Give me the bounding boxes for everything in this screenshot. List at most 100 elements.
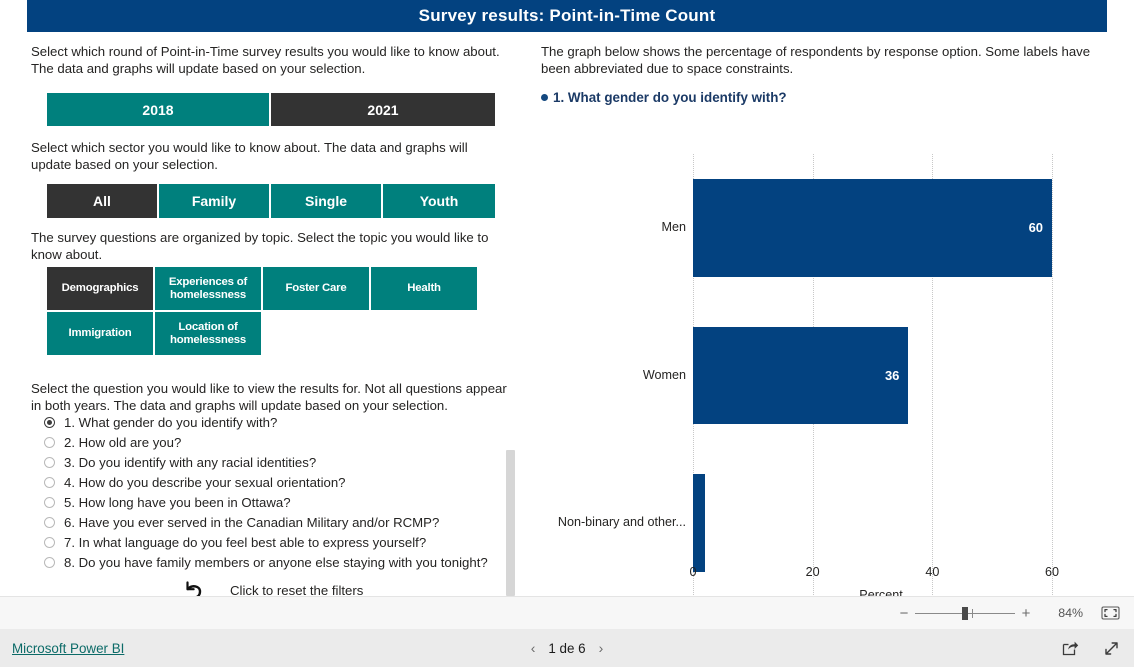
topic-tile-demographics[interactable]: Demographics (47, 267, 155, 312)
page-indicator: 1 de 6 (548, 640, 586, 656)
topic-slicer[interactable]: Demographics Experiences of homelessness F… (47, 267, 487, 357)
year-tile-2018[interactable]: 2018 (47, 93, 271, 126)
question-list-item-label: 4. How do you describe your sexual orien… (64, 474, 346, 490)
question-list-item-label: 8. Do you have family members or anyone … (64, 554, 488, 570)
sector-tile-single[interactable]: Single (271, 184, 383, 218)
topic-tile-immigration[interactable]: Immigration (47, 312, 155, 357)
sector-slicer[interactable]: All Family Single Youth (47, 184, 495, 218)
chart-category-label: Non-binary and other... (557, 515, 686, 530)
chart-bar-value-label: 36 (884, 367, 900, 383)
share-button[interactable] (1062, 640, 1079, 656)
topic-tile-foster-care[interactable]: Foster Care (263, 267, 371, 312)
chart-bar[interactable] (693, 474, 705, 572)
next-page-button[interactable]: › (599, 640, 604, 656)
report-title-bar: Survey results: Point-in-Time Count (27, 0, 1107, 32)
chart-category-label: Men (661, 219, 687, 234)
question-list-item[interactable]: 8. Do you have family members or anyone … (30, 552, 517, 572)
topic-tile-experiences-of-homelessness[interactable]: Experiences of homelessness (155, 267, 263, 312)
report-footer: Microsoft Power BI ‹ 1 de 6 › (0, 629, 1134, 667)
help-text-question: Select the question you would like to vi… (31, 381, 507, 413)
chart-bar[interactable]: 60 (693, 179, 1053, 277)
sector-tile-label: Youth (419, 193, 459, 209)
topic-tile-label: Health (407, 282, 441, 294)
question-list-item[interactable]: 7. In what language do you feel best abl… (30, 532, 517, 552)
question-list-item-label: 6. Have you ever served in the Canadian … (64, 514, 440, 530)
topic-tile-label: Immigration (68, 327, 132, 339)
help-text-graph: The graph below shows the percentage of … (541, 44, 1091, 76)
radio-button-icon[interactable] (44, 556, 55, 568)
topic-tile-label: Location of homelessness (169, 320, 247, 346)
year-tile-label: 2018 (142, 101, 174, 118)
chart-question-heading: 1. What gender do you identify with? (541, 90, 787, 105)
question-list-item[interactable]: 6. Have you ever served in the Canadian … (30, 512, 517, 532)
fullscreen-icon (1105, 641, 1118, 655)
year-tile-label: 2021 (367, 101, 399, 118)
zoom-in-button[interactable]: + (1017, 605, 1035, 622)
chart-category-label: Women (642, 367, 686, 382)
powerbi-brand-link[interactable]: Microsoft Power BI (12, 641, 124, 656)
radio-button-icon[interactable] (44, 476, 55, 488)
footer-actions (1062, 640, 1120, 657)
radio-button-icon[interactable] (44, 496, 55, 508)
question-list-item[interactable]: 1. What gender do you identify with? (30, 412, 517, 432)
fit-to-page-icon (1101, 606, 1120, 620)
sector-tile-family[interactable]: Family (159, 184, 271, 218)
zoom-slider[interactable] (915, 606, 1015, 620)
chart-gridline (1052, 154, 1054, 597)
chart-bar-value-label: 60 (1028, 220, 1044, 236)
chart-x-tick-label: 60 (1045, 565, 1060, 579)
zoom-out-button[interactable]: − (895, 605, 913, 622)
topic-tile-label: Foster Care (285, 282, 347, 294)
bullet-icon (541, 94, 548, 101)
sector-tile-label: Family (191, 193, 237, 209)
zoom-slider-thumb[interactable] (962, 607, 968, 620)
zoom-toolbar: − + 84% (0, 596, 1134, 629)
radio-button-icon[interactable] (44, 456, 55, 468)
chart-question-text: 1. What gender do you identify with? (553, 90, 787, 105)
topic-tile-location-of-homelessness[interactable]: Location of homelessness (155, 312, 263, 357)
topic-tile-health[interactable]: Health (371, 267, 479, 312)
page-title: Survey results: Point-in-Time Count (418, 6, 716, 25)
report-canvas: Select which round of Point-in-Time surv… (0, 32, 1134, 602)
question-list-item[interactable]: 4. How do you describe your sexual orien… (30, 472, 517, 492)
question-list-item-label: 7. In what language do you feel best abl… (64, 534, 427, 550)
help-text-topic: The survey questions are organized by to… (31, 230, 489, 262)
help-text-sector: Select which sector you would like to kn… (31, 140, 468, 172)
question-list-item-label: 5. How long have you been in Ottawa? (64, 494, 291, 510)
topic-tile-label: Demographics (61, 282, 139, 294)
question-list-item-label: 1. What gender do you identify with? (64, 414, 278, 430)
chart-bar[interactable]: 36 (693, 326, 909, 425)
zoom-percent-label: 84% (1058, 606, 1083, 620)
question-list-item[interactable]: 2. How old are you? (30, 432, 517, 452)
sector-tile-youth[interactable]: Youth (383, 184, 495, 218)
powerbi-report-page: Survey results: Point-in-Time Count Sele… (0, 0, 1134, 667)
share-icon (1062, 641, 1079, 656)
question-slicer-list[interactable]: 1. What gender do you identify with? 2. H… (30, 412, 517, 604)
radio-button-icon[interactable] (44, 516, 55, 528)
previous-page-button[interactable]: ‹ (531, 640, 536, 656)
question-list-scrollbar[interactable] (506, 450, 515, 596)
fullscreen-button[interactable] (1103, 640, 1120, 657)
chart-pane: The graph below shows the percentage of … (528, 32, 1134, 602)
percent-by-response-bar-chart: 60 36 Men Women Non-binary and other... 0 20… (528, 118, 1134, 602)
radio-button-icon[interactable] (44, 416, 55, 428)
question-list-item[interactable]: 5. How long have you been in Ottawa? (30, 492, 517, 512)
topic-tile-label: Experiences of homelessness (168, 275, 248, 301)
question-list-item-label: 2. How old are you? (64, 434, 182, 450)
fit-to-page-button[interactable] (1101, 606, 1120, 620)
radio-button-icon[interactable] (44, 436, 55, 448)
sector-tile-label: All (93, 193, 111, 209)
year-tile-2021[interactable]: 2021 (271, 93, 495, 126)
year-slicer[interactable]: 2018 2021 (47, 93, 495, 126)
page-navigation: ‹ 1 de 6 › (531, 640, 604, 656)
question-list-item[interactable]: 3. Do you identify with any racial ident… (30, 452, 517, 472)
zoom-slider-notch (972, 609, 973, 618)
sector-tile-all[interactable]: All (47, 184, 159, 218)
chart-x-tick-label: 20 (805, 565, 820, 579)
question-list-item-label: 3. Do you identify with any racial ident… (64, 454, 317, 470)
radio-button-icon[interactable] (44, 536, 55, 548)
chart-x-tick-label: 40 (925, 565, 940, 579)
chart-plot-area: 60 36 (693, 154, 1070, 597)
filters-pane: Select which round of Point-in-Time surv… (0, 32, 528, 599)
sector-tile-label: Single (304, 193, 347, 209)
